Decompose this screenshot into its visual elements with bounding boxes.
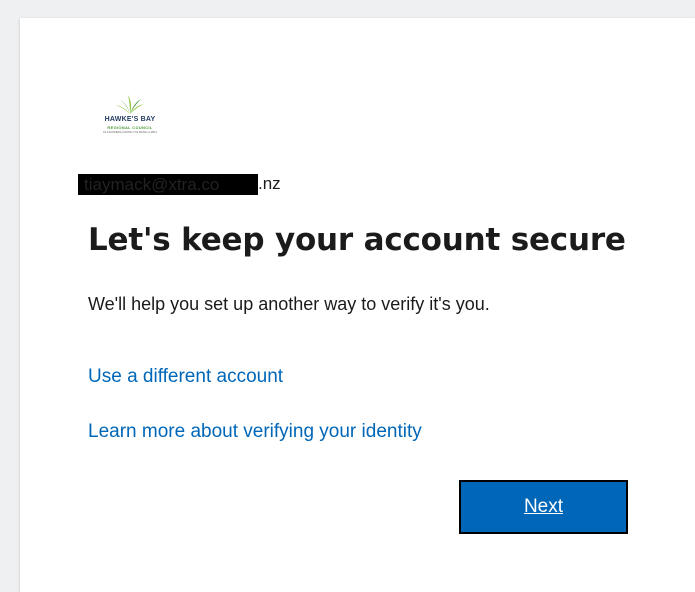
sign-in-card: HAWKE'S BAY REGIONAL COUNCIL TE KAUNIHER…	[20, 18, 695, 592]
redacted-email: tiaymack@xtra.co	[78, 173, 258, 195]
logo-tagline: TE KAUNIHERA Ā-ROHE O TE MATAU-A-MĀUI	[103, 131, 157, 134]
hawkes-bay-logo: HAWKE'S BAY REGIONAL COUNCIL TE KAUNIHER…	[98, 94, 162, 144]
use-different-account-link[interactable]: Use a different account	[88, 366, 283, 388]
logo-name: HAWKE'S BAY	[104, 116, 156, 123]
page-description: We'll help you set up another way to ver…	[88, 294, 490, 314]
leaf-logo-icon	[116, 95, 144, 114]
page-title: Let's keep your account secure	[88, 222, 626, 258]
learn-more-link[interactable]: Learn more about verifying your identity	[88, 421, 422, 443]
logo-subtitle: REGIONAL COUNCIL	[107, 125, 153, 130]
email-suffix: .nz	[258, 174, 281, 193]
account-identity: tiaymack@xtra.co .nz	[78, 173, 281, 195]
next-button[interactable]: Next	[459, 480, 628, 534]
